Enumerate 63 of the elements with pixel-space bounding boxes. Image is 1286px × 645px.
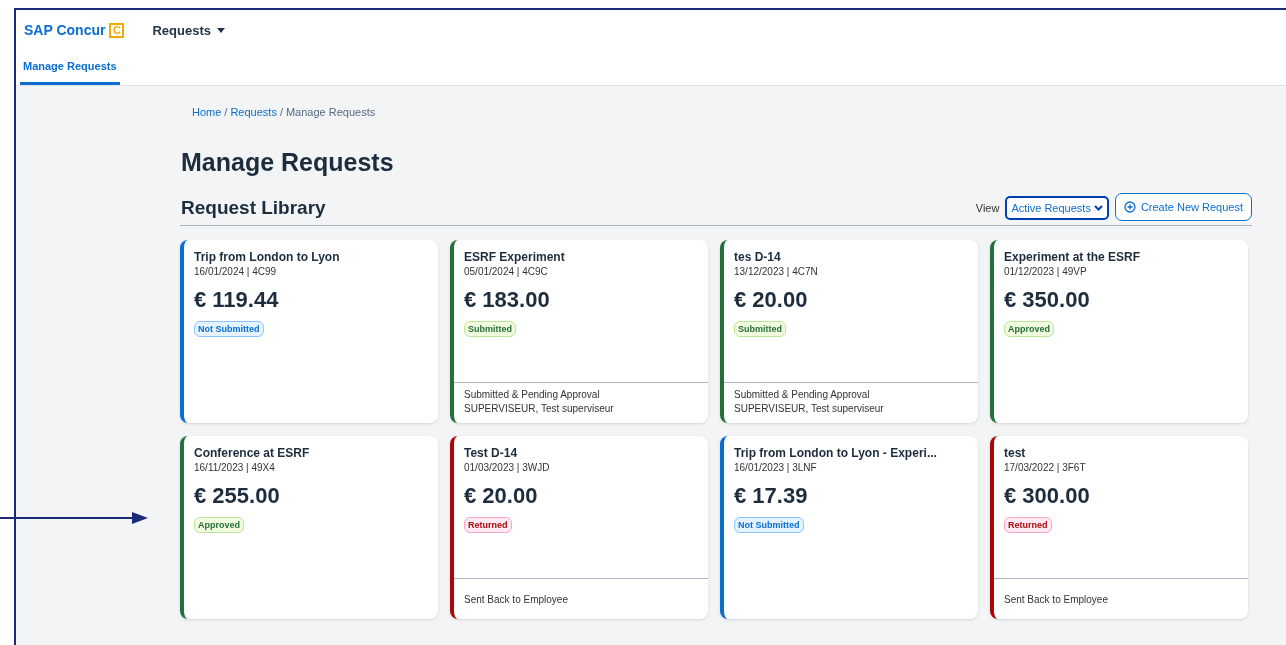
caret-icon <box>216 27 225 33</box>
request-date-id: 13/12/2023 | 4C7N <box>734 266 818 277</box>
request-card[interactable]: Test D-14 01/03/2023 | 3WJD € 20.00 Returned Sent Back to Employee <box>450 436 708 619</box>
app-logo: SAP Concur <box>24 22 106 38</box>
breadcrumb-current: Manage Requests <box>285 106 376 118</box>
approval-status-text: Submitted & Pending Approval <box>464 389 601 400</box>
view-dropdown[interactable]: Active Requests <box>1005 196 1109 220</box>
section-title: Request Library <box>181 197 327 219</box>
status-badge: Returned <box>1004 517 1052 533</box>
request-title: Experiment at the ESRF <box>1004 250 1141 264</box>
approval-status-text: Sent Back to Employee <box>1004 593 1109 605</box>
request-title: ESRF Experiment <box>464 250 565 264</box>
chevron-down-icon <box>1093 205 1103 211</box>
request-date-id: 16/01/2024 | 4C99 <box>194 266 277 277</box>
approval-status-text: SUPERVISEUR, Test superviseur <box>464 403 615 414</box>
create-request-button[interactable]: Create New Request <box>1114 193 1252 221</box>
request-card[interactable]: tes D-14 13/12/2023 | 4C7N € 20.00 Submitted Submitted & Pending Approval SUPERVISEUR, Test superviseur <box>720 240 978 423</box>
request-amount: € 20.00 <box>734 287 808 313</box>
request-card[interactable]: Trip from London to Lyon - Experi... 16/01/2023 | 3LNF € 17.39 Not Submitted <box>720 436 978 619</box>
status-badge: Approved <box>194 517 244 533</box>
request-title: tes D-14 <box>734 250 781 264</box>
requests-menu[interactable]: Requests <box>148 22 229 38</box>
breadcrumb-link[interactable]: Requests <box>230 106 277 118</box>
breadcrumb-link[interactable]: Home <box>192 106 222 118</box>
approval-status-text: SUPERVISEUR, Test superviseur <box>734 403 885 414</box>
request-date-id: 01/03/2023 | 3WJD <box>464 462 550 473</box>
request-card[interactable]: Trip from London to Lyon 16/01/2024 | 4C99 € 119.44 Not Submitted <box>180 240 438 423</box>
request-card[interactable]: test 17/03/2022 | 3F6T € 300.00 Returned Sent Back to Employee <box>990 436 1248 619</box>
logo-mark: C <box>109 22 125 38</box>
status-badge: Not Submitted <box>734 517 804 533</box>
status-badge: Submitted <box>464 321 516 337</box>
request-amount: € 350.00 <box>1004 287 1090 313</box>
view-label: View <box>975 202 1000 214</box>
request-date-id: 17/03/2022 | 3F6T <box>1004 462 1086 473</box>
approval-status-text: Submitted & Pending Approval <box>734 389 871 400</box>
request-title: Trip from London to Lyon <box>194 250 340 264</box>
request-amount: € 17.39 <box>734 483 808 509</box>
status-badge: Submitted <box>734 321 786 337</box>
request-title: Trip from London to Lyon - Experi... <box>734 446 937 460</box>
request-date-id: 16/01/2023 | 3LNF <box>734 462 817 473</box>
request-card[interactable]: Conference at ESRF 16/11/2023 | 49X4 € 255.00 Approved <box>180 436 438 619</box>
request-date-id: 05/01/2024 | 4C9C <box>464 266 548 277</box>
request-amount: € 20.00 <box>464 483 538 509</box>
nav-tab[interactable]: Manage Requests <box>20 50 120 85</box>
request-title: Conference at ESRF <box>194 446 310 460</box>
breadcrumb-separator: / <box>279 106 283 118</box>
status-badge: Approved <box>1004 321 1054 337</box>
request-title: Test D-14 <box>464 446 518 460</box>
request-amount: € 255.00 <box>194 483 280 509</box>
request-date-id: 16/11/2023 | 49X4 <box>194 462 275 473</box>
request-card[interactable]: Experiment at the ESRF 01/12/2023 | 49VP € 350.00 Approved <box>990 240 1248 423</box>
request-amount: € 119.44 <box>194 287 279 313</box>
request-title: test <box>1004 446 1026 460</box>
status-badge: Not Submitted <box>194 321 264 337</box>
plus-circle-icon <box>1123 201 1136 213</box>
page-title: Manage Requests <box>181 148 395 177</box>
status-badge: Returned <box>464 517 512 533</box>
approval-status-text: Sent Back to Employee <box>464 593 569 605</box>
request-amount: € 300.00 <box>1004 483 1090 509</box>
breadcrumb-separator: / <box>224 106 228 118</box>
request-amount: € 183.00 <box>464 287 550 313</box>
request-card[interactable]: ESRF Experiment 05/01/2024 | 4C9C € 183.00 Submitted Submitted & Pending Approval SUPERVISEUR, Test superviseur <box>450 240 708 423</box>
request-date-id: 01/12/2023 | 49VP <box>1004 266 1087 277</box>
